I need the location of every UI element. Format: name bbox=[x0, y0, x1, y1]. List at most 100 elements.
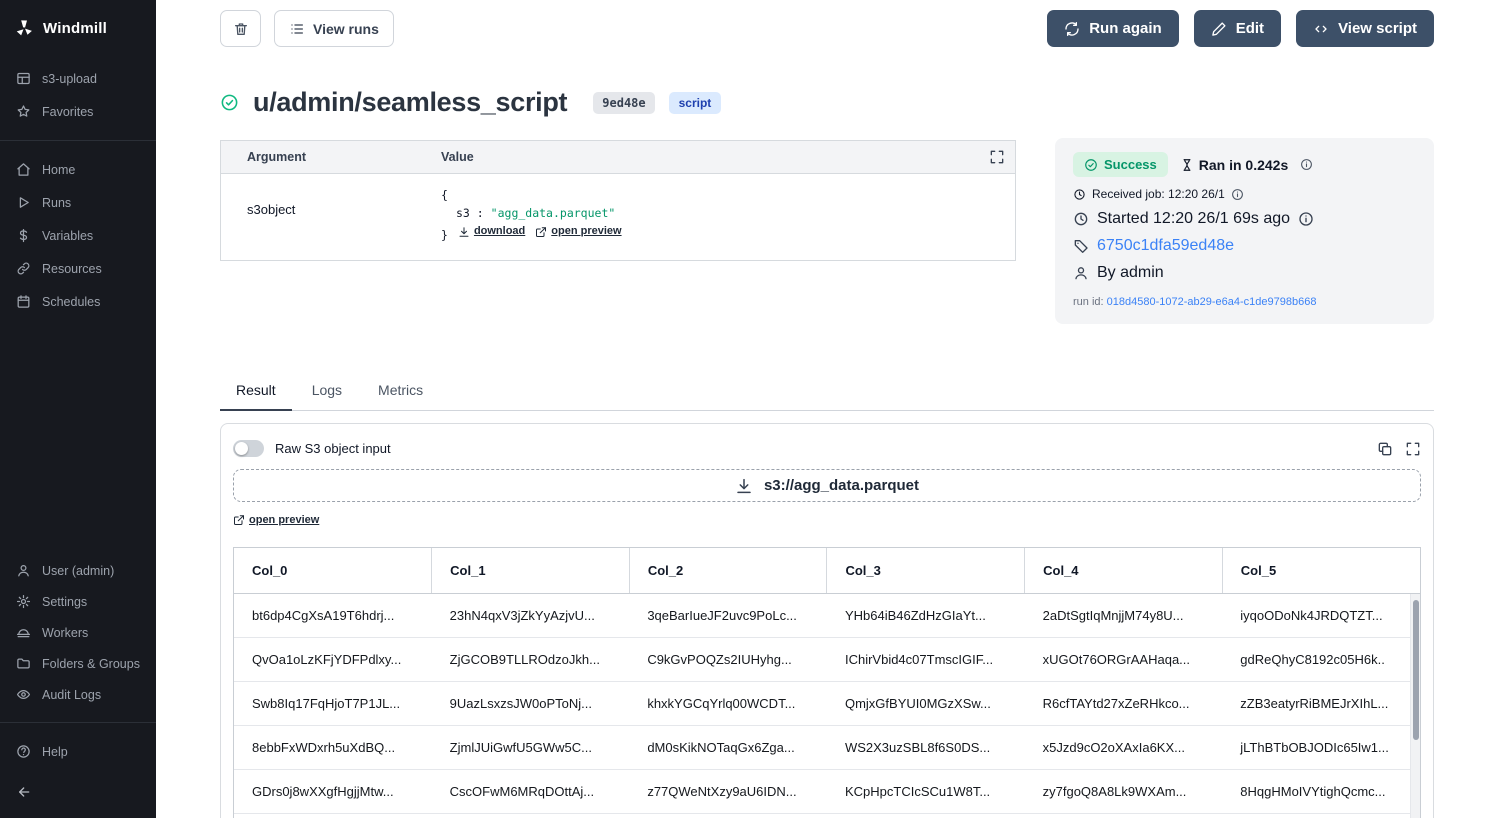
home-icon bbox=[16, 162, 31, 177]
sidebar-item-user-admin[interactable]: User (admin) bbox=[0, 555, 156, 586]
sidebar-item-label: Resources bbox=[42, 262, 102, 276]
started-label: Started 12:20 26/1 69s ago bbox=[1097, 210, 1290, 228]
run-id-link[interactable]: 018d4580-1072-ab29-e6a4-c1de9798b668 bbox=[1107, 296, 1317, 308]
triggered-by-row: By admin bbox=[1073, 264, 1416, 282]
sidebar-item-folders-groups[interactable]: Folders & Groups bbox=[0, 648, 156, 679]
sidebar-item-label: Help bbox=[42, 745, 68, 759]
download-icon bbox=[735, 477, 753, 495]
status-badge: Success bbox=[1073, 152, 1168, 177]
external-link-icon bbox=[233, 514, 245, 526]
job-id-link[interactable]: 6750c1dfa59ed48e bbox=[1097, 237, 1234, 255]
run-id-label: run id: bbox=[1073, 296, 1104, 308]
sidebar-collapse-button[interactable] bbox=[0, 778, 156, 806]
tab-logs[interactable]: Logs bbox=[296, 373, 358, 410]
help-icon bbox=[16, 744, 31, 759]
table-scrollbar-track bbox=[1410, 594, 1420, 818]
table-row: bt6dp4CgXsA19T6hdrj...23hN4qxV3jZkYyAzjv… bbox=[234, 594, 1420, 638]
column-header: Col_0 bbox=[234, 548, 432, 594]
table-cell: KCpHpcTCIcSCu1W8T... bbox=[827, 770, 1025, 814]
value-column-header: Value bbox=[441, 150, 474, 164]
sidebar-item-label: Audit Logs bbox=[42, 688, 101, 702]
result-table-body: bt6dp4CgXsA19T6hdrj...23hN4qxV3jZkYyAzjv… bbox=[234, 594, 1420, 814]
started-info-icon[interactable] bbox=[1298, 211, 1314, 227]
app-root: Windmill s3-uploadFavorites Home RunsVari… bbox=[0, 0, 1493, 818]
json-line: s3 : "agg_data.parquet" bbox=[441, 204, 1015, 222]
table-cell: 2aDtSgtIqMnjjM74y8U... bbox=[1025, 594, 1223, 638]
sidebar-item-settings[interactable]: Settings bbox=[0, 586, 156, 617]
success-check-icon bbox=[220, 93, 239, 112]
sidebar-divider bbox=[0, 722, 156, 723]
edit-button[interactable]: Edit bbox=[1194, 10, 1281, 47]
sidebar-item-label: Workers bbox=[42, 626, 88, 640]
received-info-icon[interactable] bbox=[1231, 188, 1244, 201]
sidebar-main-group: Home RunsVariables Resources Schedules bbox=[0, 153, 156, 318]
column-header: Col_1 bbox=[432, 548, 630, 594]
sidebar-item-audit-logs[interactable]: Audit Logs bbox=[0, 679, 156, 710]
user-icon bbox=[16, 563, 31, 578]
result-open-preview-link[interactable]: open preview bbox=[233, 514, 319, 526]
job-status-card: Success Ran in 0.242s Received job: 12:2… bbox=[1055, 138, 1434, 324]
view-script-button[interactable]: View script bbox=[1296, 10, 1434, 47]
sidebar-item-s3-upload[interactable]: s3-upload bbox=[0, 62, 156, 95]
table-cell: bt6dp4CgXsA19T6hdrj... bbox=[234, 594, 432, 638]
table-cell: iyqoODoNk4JRDQTZT... bbox=[1222, 594, 1420, 638]
workspace-logo[interactable]: Windmill bbox=[0, 10, 156, 62]
table-cell: CscOFwM6MRqDOttAj... bbox=[432, 770, 630, 814]
windmill-logo-icon bbox=[14, 18, 34, 38]
download-label: download bbox=[474, 223, 525, 241]
download-link[interactable]: download bbox=[458, 223, 525, 241]
column-header: Col_2 bbox=[629, 548, 827, 594]
received-job-label: Received job: 12:20 26/1 bbox=[1092, 187, 1225, 201]
json-colon: : bbox=[477, 206, 484, 220]
table-cell: QmjxGfBYUI0MGzXSw... bbox=[827, 682, 1025, 726]
table-cell: 9UazLsxzsJW0oPToNj... bbox=[432, 682, 630, 726]
json-brace-close: } bbox=[441, 228, 448, 242]
json-key: s3 bbox=[456, 206, 470, 220]
sidebar-item-help[interactable]: Help bbox=[0, 735, 156, 768]
s3-file-download-button[interactable]: s3://agg_data.parquet bbox=[233, 469, 1421, 502]
table-cell: gdReQhyC8192c05H6k.. bbox=[1222, 638, 1420, 682]
delete-run-button[interactable] bbox=[220, 10, 261, 47]
sidebar-divider bbox=[0, 140, 156, 141]
table-cell: IChirVbid4c07TmscIGIF... bbox=[827, 638, 1025, 682]
result-open-preview-label: open preview bbox=[249, 514, 319, 526]
play-icon bbox=[16, 195, 31, 210]
duration-info-icon[interactable] bbox=[1300, 158, 1313, 171]
sidebar-item-workers[interactable]: Workers bbox=[0, 617, 156, 648]
parquet-preview-table: Col_0Col_1Col_2Col_3Col_4Col_5 bt6dp4CgX… bbox=[233, 547, 1421, 818]
tab-result[interactable]: Result bbox=[220, 373, 292, 411]
main-content: View runs Run again Edit View script bbox=[156, 0, 1493, 818]
view-runs-button[interactable]: View runs bbox=[274, 10, 394, 47]
open-preview-link[interactable]: open preview bbox=[535, 223, 621, 241]
clock-icon bbox=[1073, 188, 1086, 201]
result-tabs: ResultLogsMetrics bbox=[220, 373, 1434, 411]
table-cell: QvOa1oLzKFjYDFPdlxy... bbox=[234, 638, 432, 682]
sidebar-item-runs[interactable]: Runs bbox=[0, 186, 156, 219]
expand-args-icon[interactable] bbox=[989, 149, 1005, 165]
table-cell: 3qeBarIueJF2uvc9PoLc... bbox=[629, 594, 827, 638]
run-again-button[interactable]: Run again bbox=[1047, 10, 1179, 47]
sidebar-item-schedules[interactable]: Schedules bbox=[0, 285, 156, 318]
sidebar-item-favorites[interactable]: Favorites bbox=[0, 95, 156, 128]
run-again-label: Run again bbox=[1089, 20, 1162, 37]
table-row: GDrs0j8wXXgfHgjjMtw...CscOFwM6MRqDOttAj.… bbox=[234, 770, 1420, 814]
status-label: Success bbox=[1104, 157, 1157, 172]
tab-metrics[interactable]: Metrics bbox=[362, 373, 439, 410]
sidebar-item-home[interactable]: Home bbox=[0, 153, 156, 186]
run-duration-label: Ran in 0.242s bbox=[1199, 157, 1289, 173]
json-line-close: } download open preview bbox=[441, 223, 1015, 244]
copy-result-icon[interactable] bbox=[1377, 441, 1393, 457]
sidebar-item-label: Folders & Groups bbox=[42, 657, 140, 671]
sidebar-item-resources[interactable]: Resources bbox=[0, 252, 156, 285]
hash-badge: 9ed48e bbox=[593, 92, 654, 114]
sidebar-item-label: Home bbox=[42, 163, 75, 177]
sidebar-item-variables[interactable]: Variables bbox=[0, 219, 156, 252]
eye-icon bbox=[16, 687, 31, 702]
table-cell: ZjmlJUiGwfU5GWw5C... bbox=[432, 726, 630, 770]
sidebar-pinned-group: s3-uploadFavorites bbox=[0, 62, 156, 128]
clock-icon bbox=[1073, 211, 1089, 227]
json-brace-open: { bbox=[441, 186, 1015, 204]
expand-result-icon[interactable] bbox=[1405, 441, 1421, 457]
table-scrollbar-thumb[interactable] bbox=[1413, 600, 1419, 740]
raw-s3-toggle[interactable] bbox=[233, 440, 264, 457]
